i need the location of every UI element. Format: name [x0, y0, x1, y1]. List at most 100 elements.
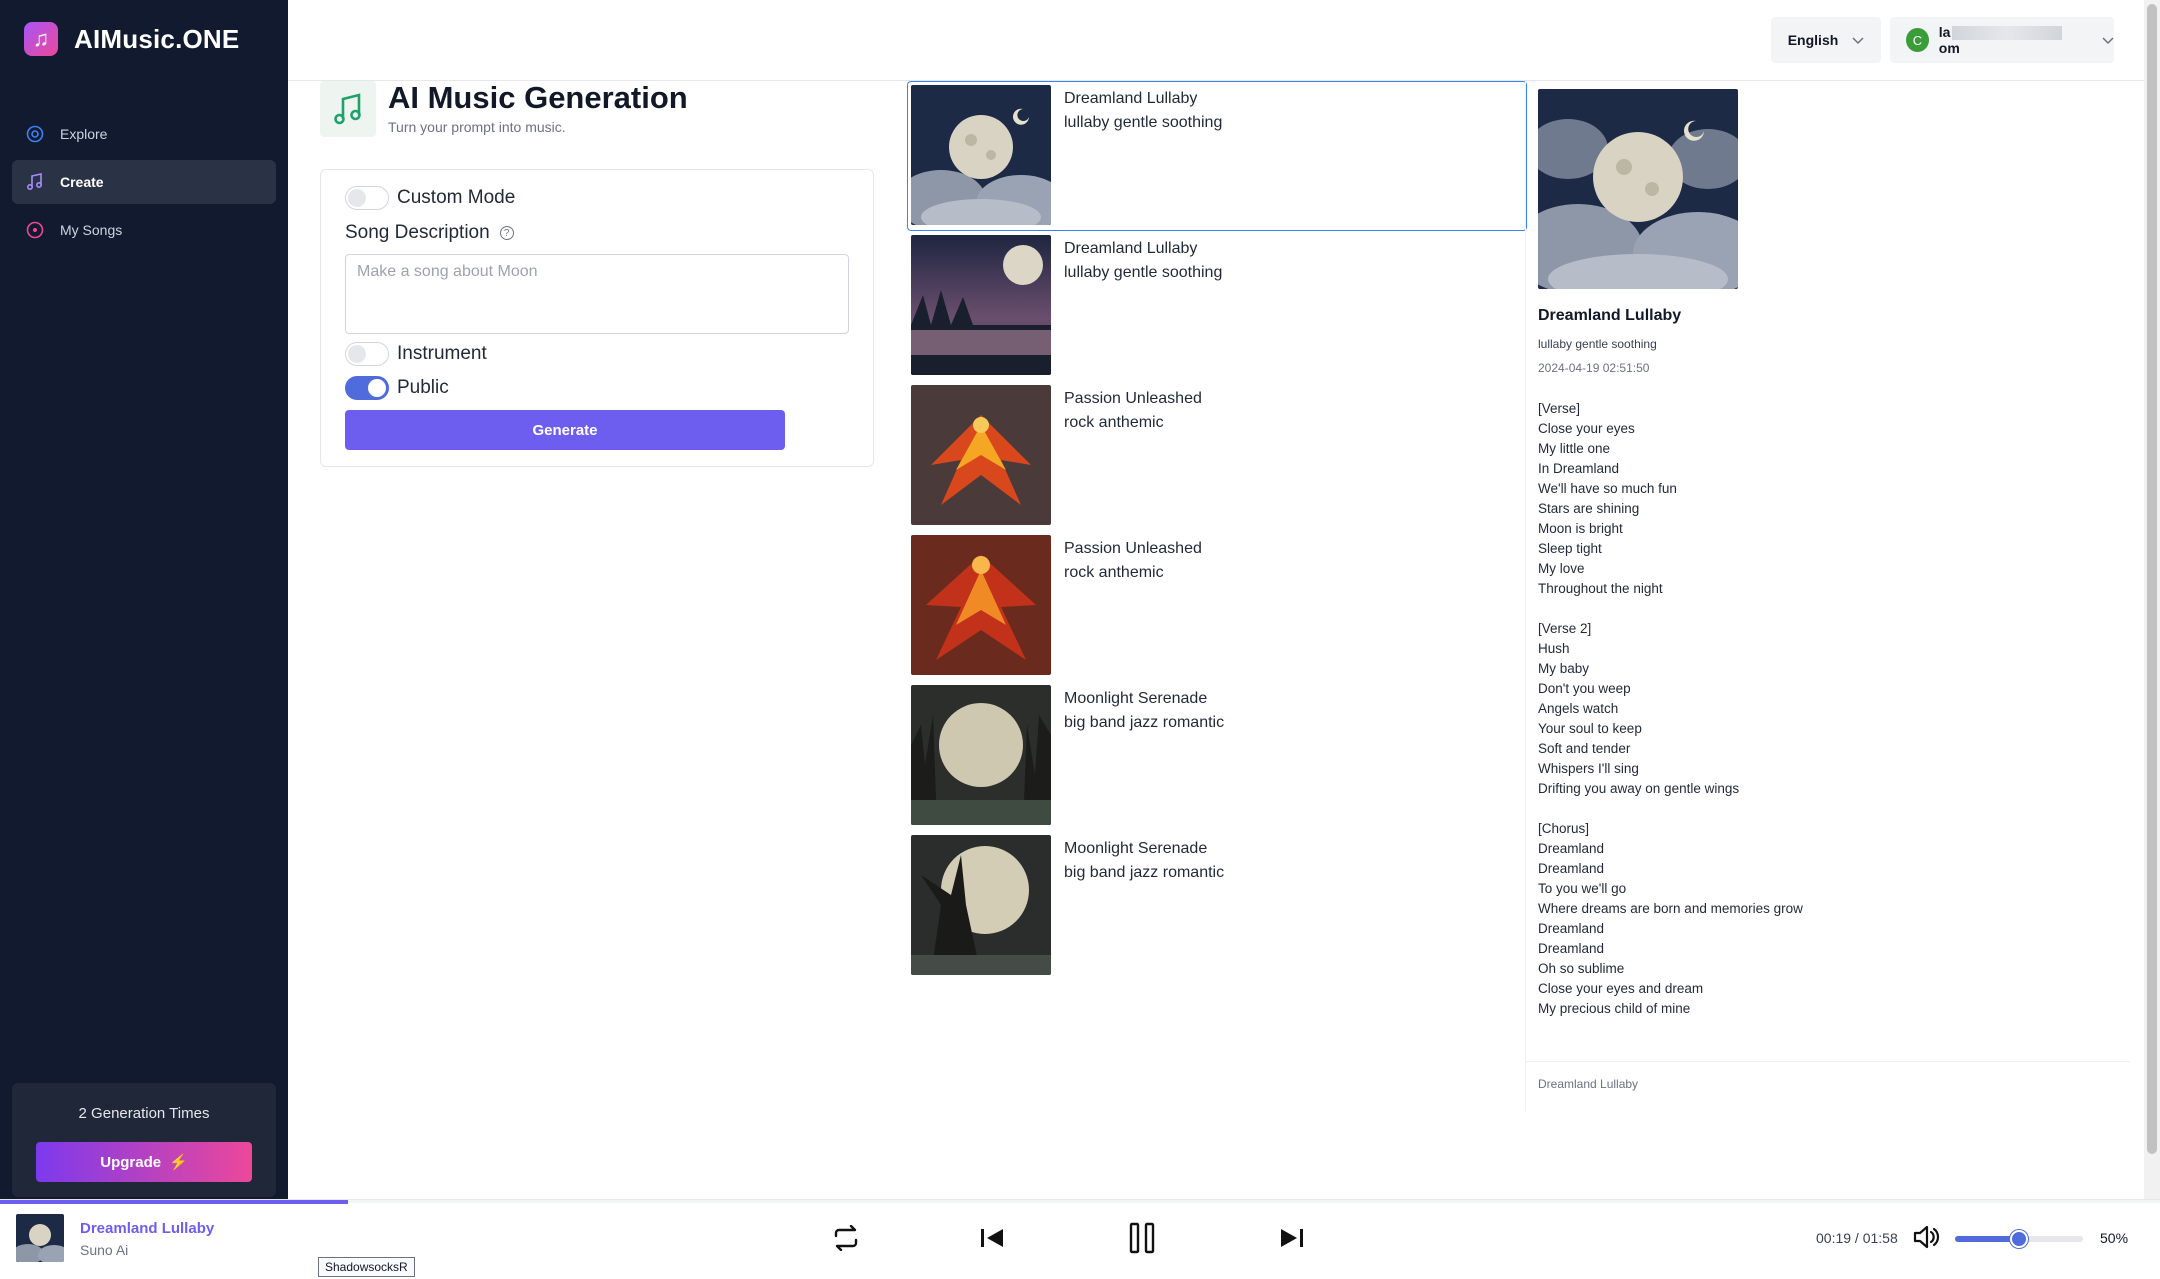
song-cover-image — [911, 835, 1051, 975]
skip-next-icon — [1279, 1227, 1305, 1254]
top-bar: English C laom — [288, 0, 2144, 81]
avatar: C — [1906, 28, 1929, 52]
player-cover-image — [16, 1214, 64, 1262]
song-cover-image — [911, 235, 1051, 375]
detail-cover-image — [1538, 89, 1738, 289]
song-tags: rock anthemic — [1064, 564, 1164, 581]
song-tags: big band jazz romantic — [1064, 864, 1225, 881]
divider — [1526, 1061, 2130, 1062]
song-list: Dreamland Lullaby lullaby gentle soothin… — [907, 81, 1527, 981]
volume-slider[interactable] — [1955, 1230, 2083, 1248]
playback-time: 00:19 / 01:58 — [1816, 1230, 1898, 1246]
music-notes-icon — [320, 81, 376, 137]
sidebar: ♫ AIMusic.ONE Explore Create My Songs 2 … — [0, 0, 288, 1279]
generate-button[interactable]: Generate — [345, 410, 785, 450]
song-item[interactable]: Moonlight Serenade big band jazz romanti… — [907, 681, 1527, 831]
song-tags: rock anthemic — [1064, 414, 1164, 431]
instrument-toggle[interactable] — [345, 342, 389, 366]
sidebar-item-explore[interactable]: Explore — [12, 112, 276, 156]
song-description-label: Song Description ? — [345, 222, 514, 244]
song-tags: big band jazz romantic — [1064, 714, 1225, 731]
help-icon[interactable]: ? — [499, 226, 514, 240]
song-title: Moonlight Serenade — [1064, 690, 1208, 707]
lyrics: [Verse] Close your eyes My little one In… — [1538, 401, 1803, 1016]
chevron-down-icon — [1852, 32, 1864, 48]
repeat-button[interactable] — [824, 1218, 868, 1262]
sidebar-item-create[interactable]: Create — [12, 160, 276, 204]
song-tags: lullaby gentle soothing — [1064, 114, 1223, 131]
lightning-icon: ⚡ — [169, 1154, 188, 1171]
app-name: AIMusic.ONE — [74, 23, 240, 54]
generation-form: Custom Mode Song Description ? Instrumen… — [320, 169, 874, 467]
playback-progress-bar[interactable] — [0, 1200, 2160, 1204]
detail-title: Dreamland Lullaby — [1538, 307, 1682, 324]
custom-mode-toggle[interactable] — [345, 186, 389, 210]
previous-button[interactable] — [970, 1218, 1014, 1262]
volume-percent: 50% — [2100, 1230, 2129, 1246]
instrument-row: Instrument — [345, 342, 487, 366]
language-value: English — [1787, 32, 1839, 48]
custom-mode-row: Custom Mode — [345, 186, 515, 210]
chevron-down-icon — [2102, 32, 2114, 48]
song-cover-image — [911, 85, 1051, 225]
song-item[interactable]: Passion Unleashed rock anthemic — [907, 531, 1527, 681]
scrollbar-thumb[interactable] — [2147, 4, 2157, 1154]
compass-icon — [24, 123, 46, 145]
song-description-input[interactable] — [345, 254, 849, 334]
song-description-label-text: Song Description — [345, 222, 490, 243]
playback-progress-fill — [0, 1200, 348, 1204]
page-subtitle: Turn your prompt into music. — [388, 119, 566, 135]
user-menu[interactable]: C laom — [1890, 17, 2114, 63]
song-item[interactable]: Passion Unleashed rock anthemic — [907, 381, 1527, 531]
song-tags: lullaby gentle soothing — [1064, 264, 1223, 281]
detail-tags: lullaby gentle soothing — [1538, 337, 1657, 351]
repeat-icon — [832, 1224, 860, 1256]
sidebar-item-label: Explore — [60, 126, 108, 142]
volume-slider-handle[interactable] — [2010, 1230, 2028, 1248]
public-label: Public — [397, 377, 449, 398]
app-logo[interactable]: ♫ AIMusic.ONE — [24, 22, 239, 56]
upgrade-label: Upgrade — [100, 1153, 162, 1171]
user-email-start: la — [1938, 23, 1951, 40]
detail-footer: Dreamland Lullaby — [1538, 1077, 1639, 1091]
song-item[interactable]: Dreamland Lullaby lullaby gentle soothin… — [907, 231, 1527, 381]
language-dropdown[interactable]: English — [1771, 17, 1881, 63]
song-title: Passion Unleashed — [1064, 390, 1202, 407]
pause-button[interactable] — [1120, 1218, 1164, 1262]
song-cover-image — [911, 385, 1051, 525]
page-title: AI Music Generation — [388, 80, 688, 115]
sidebar-item-label: Create — [60, 174, 104, 190]
player-song-title[interactable]: Dreamland Lullaby — [80, 1220, 214, 1237]
public-toggle[interactable] — [345, 376, 389, 400]
song-title: Dreamland Lullaby — [1064, 240, 1198, 257]
song-cover-image — [911, 685, 1051, 825]
user-email: laom — [1939, 24, 2078, 56]
next-button[interactable] — [1270, 1218, 1314, 1262]
volume-icon[interactable] — [1912, 1224, 1940, 1255]
sidebar-nav: Explore Create My Songs — [12, 112, 276, 256]
user-email-end: om — [1938, 40, 1960, 57]
song-title: Moonlight Serenade — [1064, 840, 1208, 857]
skip-previous-icon — [979, 1227, 1005, 1254]
redacted-blur — [1952, 26, 2063, 41]
audio-player: Dreamland Lullaby Suno Ai ShadowsocksR 0… — [0, 1199, 2160, 1279]
tooltip: ShadowsocksR — [318, 1257, 415, 1277]
player-artist: Suno Ai — [80, 1242, 129, 1258]
generation-credits: 2 Generation Times — [78, 1105, 210, 1122]
pause-icon — [1129, 1222, 1155, 1259]
song-title: Dreamland Lullaby — [1064, 90, 1198, 107]
music-note-icon — [24, 171, 46, 193]
page-scrollbar[interactable] — [2144, 0, 2160, 1200]
play-circle-icon — [24, 219, 46, 241]
song-item[interactable]: Dreamland Lullaby lullaby gentle soothin… — [907, 81, 1527, 231]
song-item[interactable]: Moonlight Serenade big band jazz romanti… — [907, 831, 1527, 981]
detail-date: 2024-04-19 02:51:50 — [1538, 361, 1650, 375]
sidebar-item-my-songs[interactable]: My Songs — [12, 208, 276, 252]
upgrade-button[interactable]: Upgrade ⚡ — [36, 1142, 252, 1182]
song-detail-panel: Dreamland Lullaby lullaby gentle soothin… — [1525, 81, 2135, 1111]
sidebar-item-label: My Songs — [60, 222, 123, 238]
custom-mode-label: Custom Mode — [397, 187, 516, 208]
public-row: Public — [345, 376, 449, 400]
instrument-label: Instrument — [397, 343, 487, 364]
song-cover-image — [911, 535, 1051, 675]
